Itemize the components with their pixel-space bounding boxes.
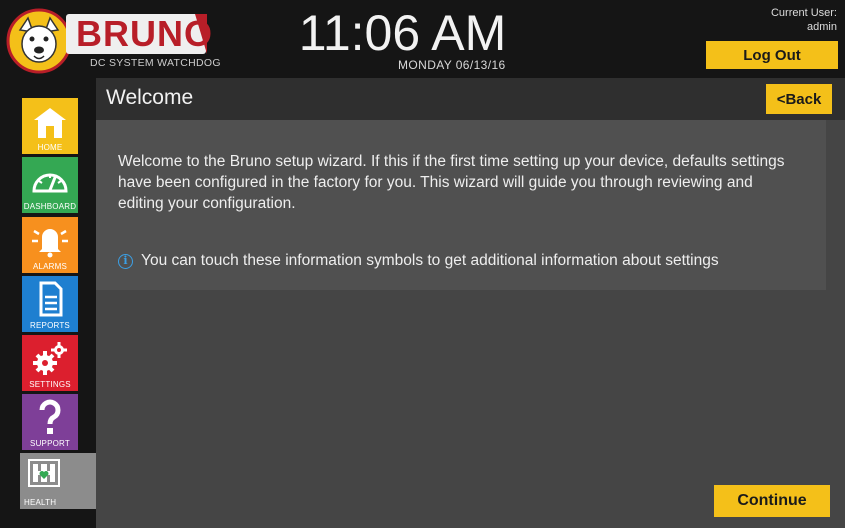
sidebar-item-dashboard[interactable]: DASHBOARD [22, 157, 78, 213]
sidebar-item-label: HEALTH [24, 498, 57, 507]
page-title: Welcome [106, 86, 194, 109]
sidebar-item-label: ALARMS [32, 262, 68, 271]
question-icon [39, 399, 61, 434]
current-user-name: admin [807, 21, 837, 33]
bell-icon [32, 229, 68, 258]
welcome-content: Welcome to the Bruno setup wizard. If th… [96, 120, 826, 290]
title-bar: Welcome <Back [96, 78, 845, 120]
sidebar-item-label: REPORTS [30, 321, 70, 330]
header: BRUNO DC SYSTEM WATCHDOG 11:06 AM MONDAY… [0, 0, 845, 78]
sidebar-item-label: SETTINGS [29, 380, 71, 389]
clock-date: MONDAY 06/13/16 [398, 58, 506, 72]
sidebar-item-alarms[interactable]: ALARMS [22, 217, 78, 273]
document-icon [39, 281, 63, 317]
gauge-icon [32, 173, 68, 193]
sidebar-item-label: SUPPORT [30, 439, 70, 448]
continue-button[interactable]: Continue [714, 485, 830, 517]
health-icon [28, 459, 60, 487]
home-icon [34, 108, 66, 138]
gears-icon [33, 342, 67, 375]
main-panel: Welcome <Back Welcome to the Bruno setup… [96, 78, 845, 528]
intro-text: Welcome to the Bruno setup wizard. If th… [118, 153, 785, 212]
sidebar-item-label: HOME [37, 143, 63, 152]
info-hint: i You can touch these information symbol… [118, 252, 719, 270]
sidebar: HOME DASHBOARD ALARMS REPORTS SETTINGS S… [0, 78, 104, 528]
sidebar-item-reports[interactable]: REPORTS [22, 276, 78, 332]
current-user-label: Current User: [770, 7, 837, 19]
sidebar-item-home[interactable]: HOME [22, 98, 78, 154]
back-button[interactable]: <Back [766, 84, 832, 114]
sidebar-item-support[interactable]: SUPPORT [22, 394, 78, 450]
info-hint-text: You can touch these information symbols … [141, 252, 719, 269]
sidebar-item-health[interactable]: HEALTH [20, 453, 104, 509]
logout-button[interactable]: Log Out [706, 41, 838, 69]
sidebar-item-settings[interactable]: SETTINGS [22, 335, 78, 391]
info-icon[interactable]: i [118, 254, 133, 269]
sidebar-item-label: DASHBOARD [23, 202, 77, 211]
